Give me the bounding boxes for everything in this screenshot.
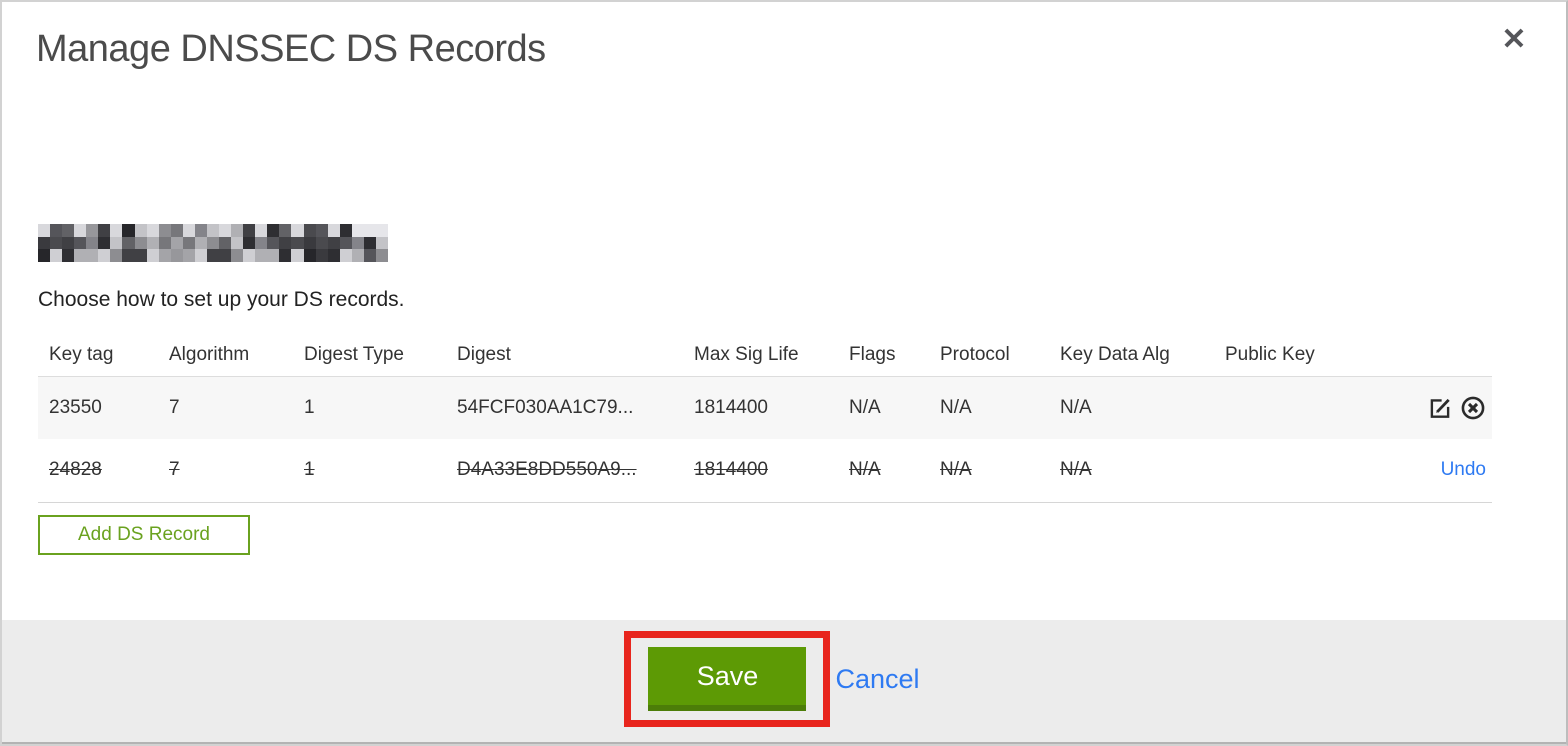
- cell-digest: 54FCF030AA1C79...: [446, 376, 683, 439]
- row-actions: [1362, 376, 1492, 439]
- table-row-marked-deleted: 24828 7 1 D4A33E8DD550A9... 1814400 N/A …: [38, 439, 1492, 503]
- column-header-public-key: Public Key: [1214, 330, 1362, 377]
- cell-max-sig-life: 1814400: [683, 376, 838, 439]
- cell-digest: D4A33E8DD550A9...: [446, 439, 683, 503]
- save-button[interactable]: Save: [648, 647, 807, 711]
- cell-protocol: N/A: [929, 439, 1049, 503]
- column-header-key-data-alg: Key Data Alg: [1049, 330, 1214, 377]
- cell-max-sig-life: 1814400: [683, 439, 838, 503]
- ds-records-table: Key tag Algorithm Digest Type Digest Max…: [38, 330, 1492, 503]
- cell-protocol: N/A: [929, 376, 1049, 439]
- row-actions: Undo: [1362, 439, 1492, 503]
- page-title: Manage DNSSEC DS Records: [36, 28, 546, 70]
- cell-algorithm: 7: [158, 376, 293, 439]
- undo-link[interactable]: Undo: [1441, 459, 1486, 480]
- modal-content: Manage DNSSEC DS Records ✕ Choose how to…: [2, 2, 1566, 622]
- cell-key-tag: 23550: [38, 376, 158, 439]
- circle-x-icon[interactable]: [1460, 395, 1486, 421]
- redacted-domain-name: [38, 224, 388, 262]
- close-icon[interactable]: ✕: [1498, 24, 1530, 56]
- footer-actions: Save Cancel: [624, 620, 920, 727]
- column-header-digest: Digest: [446, 330, 683, 377]
- cell-flags: N/A: [838, 376, 929, 439]
- red-annotation-highlight: Save: [624, 631, 831, 727]
- column-header-digest-type: Digest Type: [293, 330, 446, 377]
- dnssec-ds-records-modal: { "modal": { "title": "Manage DNSSEC DS …: [0, 0, 1568, 746]
- edit-pencil-square-icon[interactable]: [1427, 395, 1453, 421]
- column-header-max-sig-life: Max Sig Life: [683, 330, 838, 377]
- cell-public-key: [1214, 376, 1362, 439]
- table-header-row: Key tag Algorithm Digest Type Digest Max…: [38, 330, 1492, 377]
- instruction-text: Choose how to set up your DS records.: [38, 288, 405, 311]
- add-ds-record-button[interactable]: Add DS Record: [38, 515, 250, 555]
- table-row: 23550 7 1 54FCF030AA1C79... 1814400 N/A …: [38, 376, 1492, 439]
- cancel-link[interactable]: Cancel: [835, 664, 919, 695]
- cell-key-data-alg: N/A: [1049, 439, 1214, 503]
- cell-public-key: [1214, 439, 1362, 503]
- cell-flags: N/A: [838, 439, 929, 503]
- column-header-protocol: Protocol: [929, 330, 1049, 377]
- cell-key-tag: 24828: [38, 439, 158, 503]
- modal-header: Manage DNSSEC DS Records ✕: [2, 2, 1566, 71]
- column-header-flags: Flags: [838, 330, 929, 377]
- cell-digest-type: 1: [293, 376, 446, 439]
- column-header-algorithm: Algorithm: [158, 330, 293, 377]
- column-header-key-tag: Key tag: [38, 330, 158, 377]
- cell-digest-type: 1: [293, 439, 446, 503]
- column-header-actions: [1362, 330, 1492, 377]
- modal-footer: Save Cancel: [2, 620, 1566, 744]
- cell-key-data-alg: N/A: [1049, 376, 1214, 439]
- cell-algorithm: 7: [158, 439, 293, 503]
